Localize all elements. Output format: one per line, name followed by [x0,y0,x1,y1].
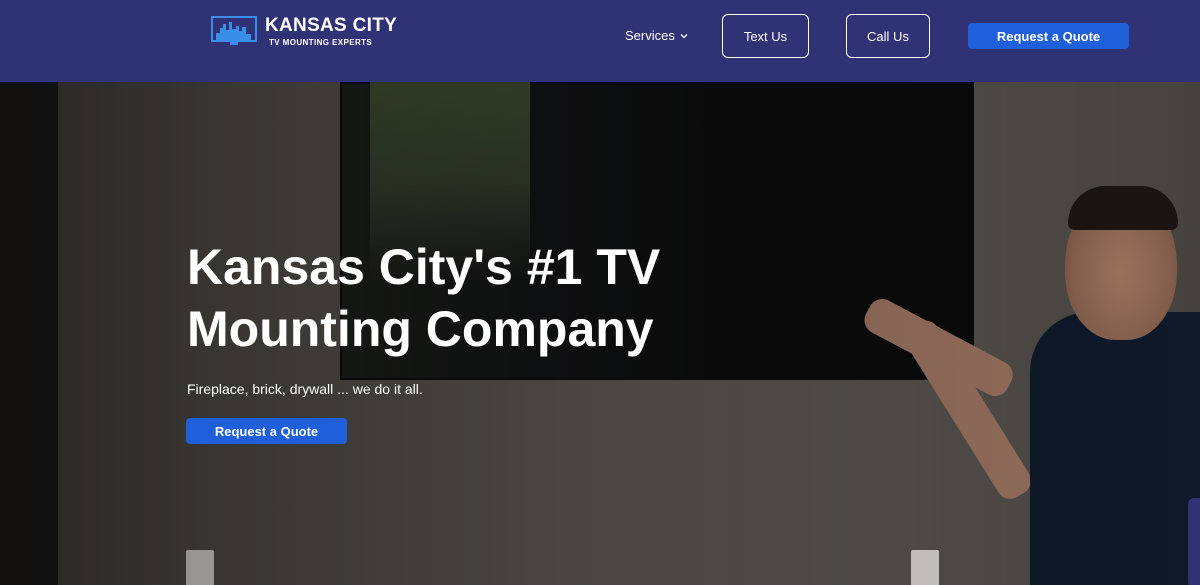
call-us-button[interactable]: Call Us [846,14,930,58]
nav-services-label: Services [625,28,675,43]
site-header: KANSAS CITY TV MOUNTING EXPERTS Services… [0,0,1200,82]
text-us-button[interactable]: Text Us [722,14,809,58]
hero-title: Kansas City's #1 TV Mounting Company [187,239,661,357]
side-widget-tab[interactable] [1188,498,1200,585]
nav-services-dropdown[interactable]: Services [625,28,689,43]
tv-skyline-icon [211,16,257,45]
logo-title: KANSAS CITY [265,15,398,36]
hero-request-quote-button[interactable]: Request a Quote [186,418,347,444]
chevron-down-icon [680,33,688,38]
logo-subtitle: TV MOUNTING EXPERTS [269,38,373,47]
header-request-quote-button[interactable]: Request a Quote [968,23,1129,49]
hero-subtitle: Fireplace, brick, drywall ... we do it a… [187,381,423,397]
site-logo[interactable]: KANSAS CITY TV MOUNTING EXPERTS [211,16,397,48]
hero-section: Kansas City's #1 TV Mounting Company Fir… [0,82,1200,585]
